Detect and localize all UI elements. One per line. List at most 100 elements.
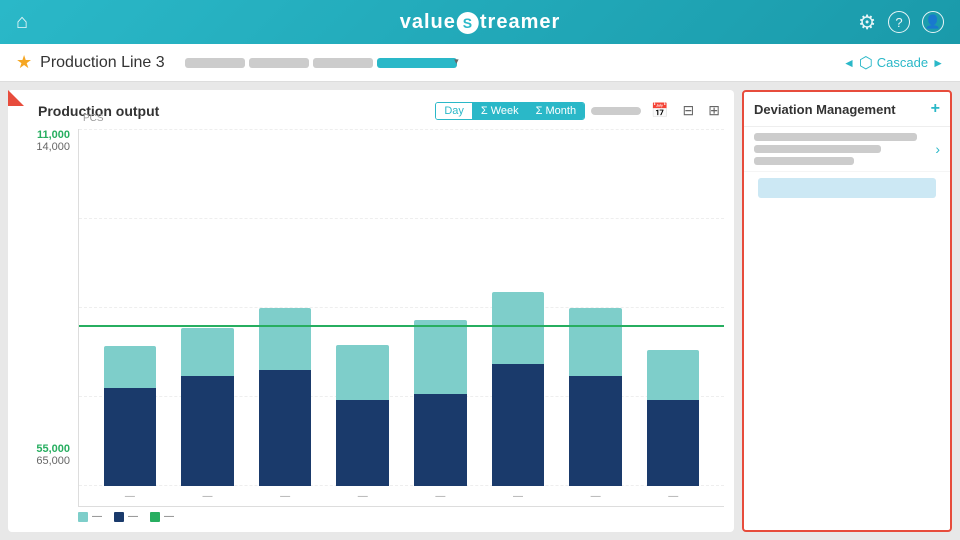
unit-label: PCS	[83, 113, 104, 124]
period-week-button[interactable]: Σ Week	[473, 103, 528, 119]
x-label-2: —	[175, 491, 241, 502]
header-left: ⌂	[16, 11, 28, 34]
chart-panel: Production output Day Σ Week Σ Month 📅 ⊟…	[8, 90, 734, 532]
bar-group-4	[330, 129, 396, 486]
legend-item-green: —	[150, 511, 174, 522]
deviation-title: Deviation Management	[754, 102, 896, 117]
legend-item-teal: —	[78, 511, 102, 522]
bar-top-2	[181, 328, 234, 376]
help-icon[interactable]: ?	[888, 11, 910, 33]
bar-stacked-3	[259, 308, 312, 486]
bar-bottom-4	[336, 400, 389, 486]
bar-bottom-8	[647, 400, 700, 486]
app-header: ⌂ valueStreamer ⚙ ? 👤	[0, 0, 960, 44]
dev-line-1-short	[754, 157, 854, 165]
bar-stacked-8	[647, 350, 700, 486]
breadcrumb-tab-active[interactable]: ▾	[377, 58, 457, 68]
x-labels: — — — — — — — —	[87, 486, 716, 506]
logo-suffix: treamer	[480, 11, 560, 33]
dev-line-1-medium	[754, 145, 881, 153]
deviation-list-item-1[interactable]: ›	[744, 127, 950, 172]
chart-area: 11,000 14,000 55,000 65,000 PCS	[18, 129, 724, 507]
target-line	[79, 325, 724, 327]
bar-group-3	[252, 129, 318, 486]
x-label-1: —	[97, 491, 163, 502]
app-logo: valueStreamer	[400, 11, 561, 34]
y-axis: 11,000 14,000 55,000 65,000	[18, 129, 78, 507]
cascade-prev-icon[interactable]: ◄	[843, 56, 855, 70]
settings-sliders-icon[interactable]: ⊞	[704, 100, 724, 121]
x-label-8: —	[640, 491, 706, 502]
bar-group-7	[563, 129, 629, 486]
bar-top-1	[104, 346, 157, 388]
bar-group-8	[640, 129, 706, 486]
period-month-button[interactable]: Σ Month	[528, 103, 584, 119]
home-icon[interactable]: ⌂	[16, 11, 28, 34]
y-label-2: 14,000	[36, 141, 70, 153]
main-content: Production output Day Σ Week Σ Month 📅 ⊟…	[0, 82, 960, 540]
dev-line-1-long	[754, 133, 917, 141]
bar-group-1	[97, 129, 163, 486]
y-label-1: 11,000	[37, 129, 70, 141]
chart-legend: — — —	[18, 511, 724, 522]
bar-bottom-5	[414, 394, 467, 486]
deviation-header: Deviation Management +	[744, 92, 950, 127]
period-button-group: Day Σ Week Σ Month	[435, 102, 585, 120]
sub-header: ★ Production Line 3 ▾ ◄ ⬡ Cascade ►	[0, 44, 960, 82]
cascade-label[interactable]: Cascade	[877, 55, 928, 70]
date-range-slider[interactable]	[591, 107, 641, 115]
bar-stacked-2	[181, 328, 234, 486]
page-title-area: ★ Production Line 3	[16, 52, 165, 73]
bar-top-3	[259, 308, 312, 370]
favorite-star-icon[interactable]: ★	[16, 52, 32, 73]
cascade-next-icon[interactable]: ►	[932, 56, 944, 70]
deviation-add-button[interactable]: +	[931, 100, 940, 118]
bars-container	[87, 129, 716, 486]
bar-bottom-3	[259, 370, 312, 486]
y-label-3: 55,000	[36, 443, 70, 455]
chart-header: Production output Day Σ Week Σ Month 📅 ⊟…	[18, 100, 724, 121]
logo-prefix: value	[400, 11, 456, 33]
breadcrumb-tab-1[interactable]	[185, 58, 245, 68]
bar-group-6	[485, 129, 551, 486]
bar-bottom-2	[181, 376, 234, 486]
x-label-5: —	[408, 491, 474, 502]
gear-icon[interactable]: ⚙	[858, 10, 876, 35]
y-label-4: 65,000	[36, 455, 70, 467]
legend-color-green	[150, 512, 160, 522]
chart-controls: Day Σ Week Σ Month 📅 ⊟ ⊞	[435, 100, 724, 121]
bar-group-5	[408, 129, 474, 486]
bar-stacked-5	[414, 320, 467, 486]
x-label-4: —	[330, 491, 396, 502]
bar-stacked-4	[336, 345, 389, 486]
bar-bottom-7	[569, 376, 622, 486]
x-label-6: —	[485, 491, 551, 502]
deviation-arrow-icon[interactable]: ›	[935, 141, 940, 157]
bar-top-4	[336, 345, 389, 400]
bar-top-7	[569, 308, 622, 376]
bar-top-8	[647, 350, 700, 400]
legend-label-navy: —	[128, 511, 138, 522]
bar-stacked-6	[492, 292, 545, 486]
legend-color-navy	[114, 512, 124, 522]
deviation-panel: Deviation Management + ›	[742, 90, 952, 532]
chart-body: PCS	[78, 129, 724, 507]
bar-stacked-1	[104, 346, 157, 486]
breadcrumb-tab-3[interactable]	[313, 58, 373, 68]
user-icon[interactable]: 👤	[922, 11, 944, 33]
breadcrumb-tab-2[interactable]	[249, 58, 309, 68]
legend-label-teal: —	[92, 511, 102, 522]
page-title: Production Line 3	[40, 54, 165, 72]
filter-icon[interactable]: ⊟	[679, 100, 699, 121]
deviation-footer-bar	[758, 178, 936, 198]
bar-bottom-6	[492, 364, 545, 486]
period-day-button[interactable]: Day	[436, 103, 473, 119]
logo-s: S	[457, 12, 479, 34]
calendar-icon[interactable]: 📅	[647, 100, 672, 121]
cascade-nav[interactable]: ◄ ⬡ Cascade ►	[843, 53, 944, 73]
legend-label-green: —	[164, 511, 174, 522]
bar-stacked-7	[569, 308, 622, 486]
header-right: ⚙ ? 👤	[858, 10, 944, 35]
legend-item-navy: —	[114, 511, 138, 522]
legend-color-teal	[78, 512, 88, 522]
